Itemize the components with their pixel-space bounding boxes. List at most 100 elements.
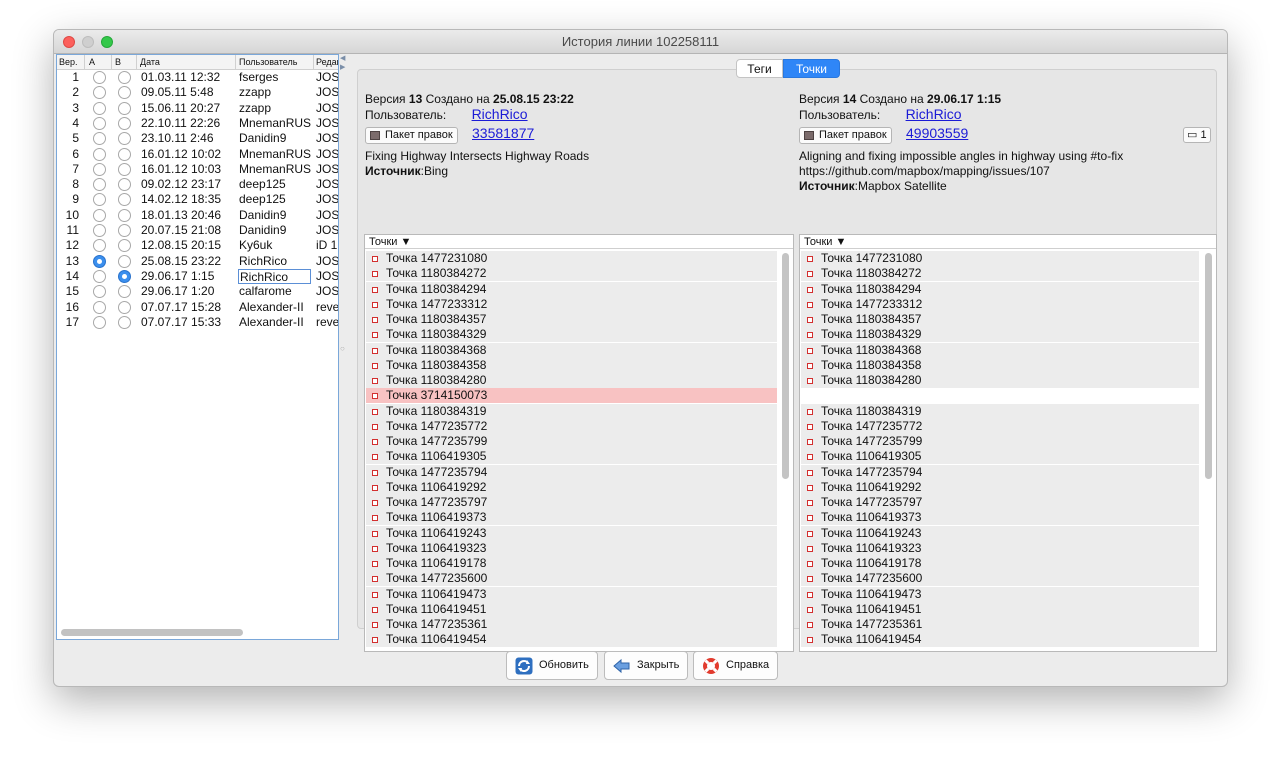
list-item[interactable]: Точка 1106419178 bbox=[366, 556, 777, 571]
select-b-radio[interactable] bbox=[118, 239, 131, 253]
select-a-radio[interactable] bbox=[93, 254, 106, 268]
right-points-list[interactable]: Точки ▼ Точка 1477231080 Точка 1180384272… bbox=[799, 234, 1217, 652]
select-b-radio[interactable] bbox=[118, 178, 131, 192]
list-item[interactable]: Точка 1180384319 bbox=[801, 403, 1199, 419]
table-row[interactable]: 2 09.05.11 5:48 zzapp JOSM bbox=[57, 85, 338, 100]
split-pane-divider[interactable]: ◀ ▶ ○ bbox=[340, 54, 349, 640]
list-item[interactable]: Точка 1106419243 bbox=[801, 525, 1199, 541]
select-a-radio[interactable] bbox=[93, 147, 106, 161]
list-item[interactable]: Точка 1106419454 bbox=[366, 632, 777, 648]
user-cell[interactable]: fserges bbox=[239, 70, 312, 84]
table-row[interactable]: 8 09.02.12 23:17 deep125 JOSM bbox=[57, 177, 338, 192]
select-a-radio[interactable] bbox=[93, 86, 106, 100]
right-changeset-link[interactable]: 49903559 bbox=[906, 126, 968, 141]
user-cell[interactable]: MnemanRUS bbox=[239, 162, 312, 176]
refresh-button[interactable]: Обновить bbox=[506, 651, 598, 680]
collapse-right-arrow-icon[interactable]: ▶ bbox=[340, 63, 345, 71]
select-b-radio[interactable] bbox=[118, 208, 131, 222]
user-cell[interactable]: calfarome bbox=[239, 284, 312, 298]
list-item[interactable]: Точка 1106419454 bbox=[801, 632, 1199, 648]
list-item[interactable]: Точка 1106419451 bbox=[801, 601, 1199, 617]
list-item[interactable]: Точка 1106419292 bbox=[366, 479, 777, 495]
col-version-header[interactable]: Вер. bbox=[59, 57, 81, 67]
list-item[interactable]: Точка 1180384280 bbox=[801, 373, 1199, 388]
title-bar[interactable]: История линии 102258111 bbox=[54, 30, 1227, 54]
list-item[interactable]: Точка 1106419243 bbox=[366, 525, 777, 541]
select-b-radio[interactable] bbox=[118, 224, 131, 237]
select-a-radio[interactable] bbox=[93, 285, 106, 299]
empty-list-item[interactable] bbox=[801, 388, 1199, 404]
select-b-radio[interactable] bbox=[118, 116, 131, 130]
list-item[interactable]: Точка 1180384357 bbox=[366, 312, 777, 327]
tab-points[interactable]: Точки bbox=[783, 59, 840, 78]
select-a-radio[interactable] bbox=[93, 224, 106, 237]
list-item[interactable]: Точка 1180384319 bbox=[366, 403, 777, 419]
select-b-radio[interactable] bbox=[118, 71, 131, 84]
list-item[interactable]: Точка 1477233312 bbox=[801, 296, 1199, 312]
select-b-radio[interactable] bbox=[118, 193, 131, 207]
list-item[interactable]: Точка 1477231080 bbox=[801, 251, 1199, 266]
table-row[interactable]: 14 29.06.17 1:15 RichRico JOSM bbox=[57, 268, 338, 284]
table-row[interactable]: 12 12.08.15 20:15 Ky6uk iD 1 bbox=[57, 238, 338, 253]
user-cell[interactable]: MnemanRUS bbox=[239, 147, 312, 161]
collapse-left-arrow-icon[interactable]: ◀ bbox=[340, 54, 345, 62]
table-row[interactable]: 17 07.07.17 15:33 Alexander-II reve bbox=[57, 315, 338, 330]
history-horizontal-scrollbar[interactable] bbox=[59, 629, 335, 636]
tab-tags[interactable]: Теги bbox=[736, 59, 783, 78]
list-item[interactable]: Точка 1477235772 bbox=[366, 418, 777, 434]
select-a-radio[interactable] bbox=[93, 208, 106, 222]
right-user-link[interactable]: RichRico bbox=[906, 106, 962, 122]
select-b-radio[interactable] bbox=[118, 285, 131, 299]
list-item[interactable]: Точка 1477231080 bbox=[366, 251, 777, 266]
select-a-radio[interactable] bbox=[93, 300, 106, 314]
left-points-header[interactable]: Точки ▼ bbox=[365, 235, 793, 249]
left-changeset-button[interactable]: Пакет правок bbox=[365, 127, 458, 144]
select-b-radio[interactable] bbox=[118, 101, 131, 115]
list-item[interactable]: Точка 1477235361 bbox=[366, 617, 777, 632]
user-cell[interactable]: zzapp bbox=[239, 101, 312, 115]
table-row[interactable]: 6 16.01.12 10:02 MnemanRUS JOSM bbox=[57, 147, 338, 162]
user-cell[interactable]: deep125 bbox=[239, 177, 312, 191]
list-item[interactable]: Точка 1180384272 bbox=[801, 266, 1199, 282]
col-a-header[interactable]: A bbox=[89, 57, 95, 67]
table-row[interactable]: 1 01.03.11 12:32 fserges JOSM bbox=[57, 70, 338, 85]
version-history-table[interactable]: Вер. A B Дата Пользователь Редакт 1 01.03… bbox=[56, 54, 339, 640]
select-b-radio[interactable] bbox=[118, 269, 131, 283]
list-item[interactable]: Точка 1106419373 bbox=[801, 510, 1199, 526]
select-b-radio[interactable] bbox=[118, 254, 131, 268]
list-item[interactable]: Точка 1180384280 bbox=[366, 373, 777, 388]
select-a-radio[interactable] bbox=[93, 269, 106, 283]
table-row[interactable]: 5 23.10.11 2:46 Danidin9 JOSM bbox=[57, 131, 338, 146]
list-item[interactable]: Точка 1477235600 bbox=[366, 571, 777, 587]
table-row[interactable]: 15 29.06.17 1:20 calfarome JOSM bbox=[57, 284, 338, 299]
right-changeset-button[interactable]: Пакет правок bbox=[799, 127, 892, 144]
user-cell[interactable]: Alexander-II bbox=[239, 300, 312, 314]
list-item[interactable]: Точка 1106419305 bbox=[366, 449, 777, 465]
user-cell[interactable]: Alexander-II bbox=[239, 315, 312, 329]
table-row[interactable]: 16 07.07.17 15:28 Alexander-II reve bbox=[57, 300, 338, 315]
col-date-header[interactable]: Дата bbox=[140, 57, 160, 67]
history-scroll-thumb[interactable] bbox=[61, 629, 243, 636]
table-row[interactable]: 10 18.01.13 20:46 Danidin9 JOSM bbox=[57, 208, 338, 223]
user-cell[interactable]: Danidin9 bbox=[239, 223, 312, 237]
user-cell[interactable]: zzapp bbox=[239, 85, 312, 99]
list-item[interactable]: Точка 1180384294 bbox=[801, 281, 1199, 297]
left-user-link[interactable]: RichRico bbox=[472, 106, 528, 122]
select-a-radio[interactable] bbox=[93, 178, 106, 192]
list-item[interactable]: Точка 1180384272 bbox=[366, 266, 777, 282]
list-item[interactable]: Точка 1106419373 bbox=[366, 510, 777, 526]
user-cell[interactable]: deep125 bbox=[239, 192, 312, 206]
table-row[interactable]: 11 20.07.15 21:08 Danidin9 JOSM bbox=[57, 223, 338, 238]
list-item[interactable]: Точка 1106419323 bbox=[366, 540, 777, 556]
list-item[interactable]: Точка 1106419178 bbox=[801, 556, 1199, 571]
list-item[interactable]: Точка 1106419323 bbox=[801, 540, 1199, 556]
select-a-radio[interactable] bbox=[93, 132, 106, 146]
list-item[interactable]: Точка 1180384368 bbox=[366, 342, 777, 358]
list-item[interactable]: Точка 1180384294 bbox=[366, 281, 777, 297]
list-item[interactable]: Точка 3714150073 bbox=[366, 388, 777, 404]
list-item[interactable]: Точка 1106419451 bbox=[366, 601, 777, 617]
left-changeset-link[interactable]: 33581877 bbox=[472, 126, 534, 141]
user-cell[interactable]: RichRico bbox=[239, 254, 312, 268]
select-a-radio[interactable] bbox=[93, 162, 106, 176]
select-b-radio[interactable] bbox=[118, 315, 131, 329]
